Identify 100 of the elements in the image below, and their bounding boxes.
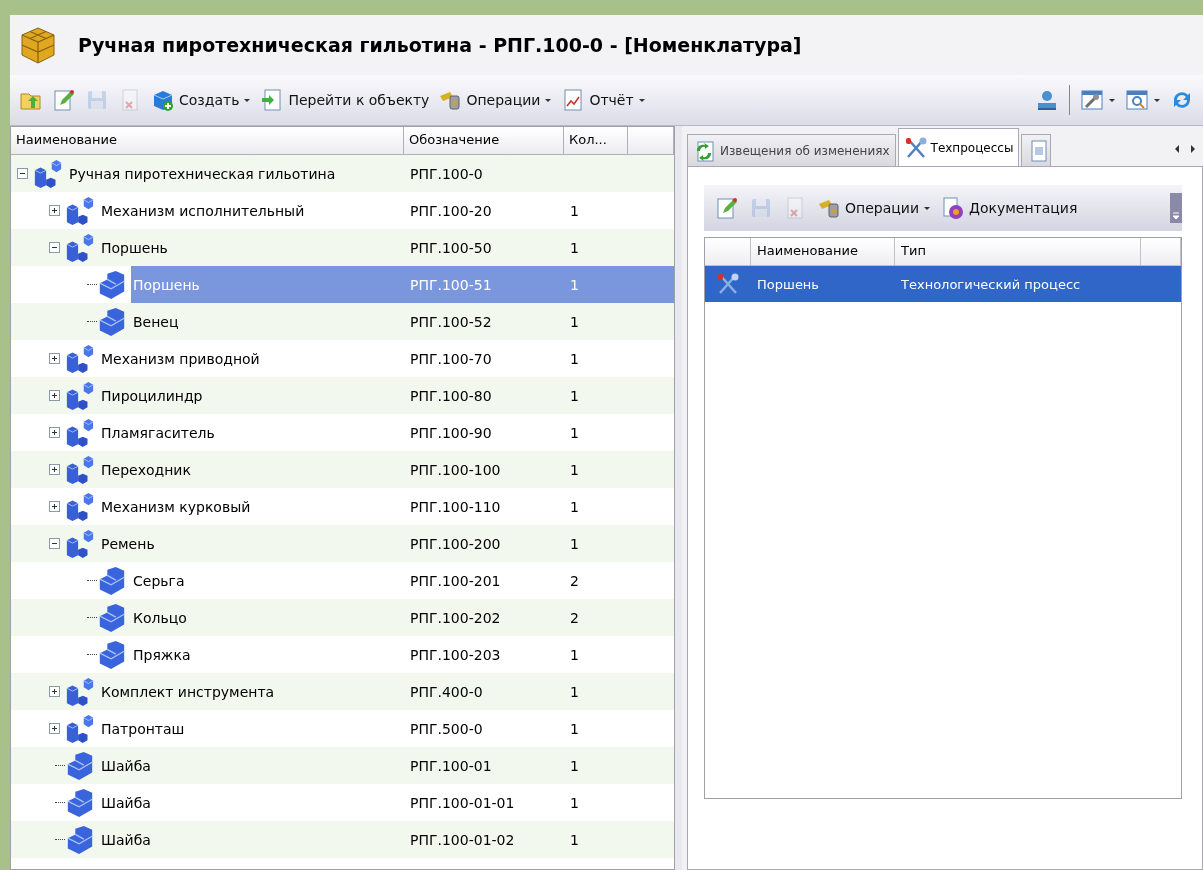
table-cell: РПГ.100-90 xyxy=(410,424,492,441)
table-cell: 1 xyxy=(570,350,579,367)
table-cell: РПГ.100-70 xyxy=(410,350,492,367)
table-cell: 1 xyxy=(570,461,579,478)
expand-icon[interactable] xyxy=(49,686,60,697)
table-cell: 1 xyxy=(570,424,579,441)
tree-row[interactable]: Поршень РПГ.100-50 1 xyxy=(11,229,674,266)
expand-icon[interactable] xyxy=(49,353,60,364)
expand-icon[interactable] xyxy=(49,427,60,438)
toolbar-button[interactable]: Перейти к объекту xyxy=(257,86,433,114)
table-cell: РПГ.100-0 xyxy=(410,165,483,182)
tree-row[interactable]: Шайба РПГ.100-01-02 1 xyxy=(11,821,674,858)
tree-item-label: Кольцо xyxy=(133,609,187,626)
collapse-icon[interactable] xyxy=(17,168,28,179)
table-cell: Поршень xyxy=(757,276,820,292)
tools-icon xyxy=(903,135,928,160)
cubes-icon xyxy=(33,158,63,189)
tree-item-label: Венец xyxy=(133,313,179,330)
tree-item-label: Поршень xyxy=(101,239,168,256)
tree-row[interactable]: Ручная пиротехническая гильотина РПГ.100-0 xyxy=(11,155,674,192)
column-header[interactable]: Тип xyxy=(895,238,1141,266)
table-cell: 1 xyxy=(570,683,579,700)
collapse-icon[interactable] xyxy=(49,538,60,549)
save-icon xyxy=(749,196,773,220)
table-cell: 1 xyxy=(570,387,579,404)
edit-icon xyxy=(52,88,76,112)
tree-item-label: Пироцилиндр xyxy=(101,387,203,404)
tree-row[interactable]: Венец РПГ.100-52 1 xyxy=(11,303,674,340)
block-icon xyxy=(97,269,127,300)
user-icon xyxy=(1035,88,1059,112)
tree-item-label: Шайба xyxy=(101,794,151,811)
scroll-right-icon[interactable] xyxy=(1189,144,1197,154)
tab[interactable]: Извещения об изменениях xyxy=(687,134,896,166)
block-icon xyxy=(97,306,127,337)
table-cell: 1 xyxy=(570,757,579,774)
table-cell: РПГ.100-01-02 xyxy=(410,831,515,848)
cubes-icon xyxy=(65,380,95,411)
tree-row[interactable]: Ремень РПГ.100-200 1 xyxy=(11,525,674,562)
table-cell: РПГ.100-100 xyxy=(410,461,501,478)
toolbar-button[interactable]: Документация xyxy=(938,194,1081,222)
column-header[interactable]: Обозначение xyxy=(404,127,564,155)
toolbar-button[interactable]: Операции xyxy=(435,86,556,114)
tree-row[interactable]: Кольцо РПГ.100-202 2 xyxy=(11,599,674,636)
table-cell: РПГ.100-202 xyxy=(410,609,501,626)
table-cell: 2 xyxy=(570,572,579,589)
column-header[interactable]: Наименование xyxy=(751,238,895,266)
expand-icon[interactable] xyxy=(49,501,60,512)
table-cell: РПГ.100-20 xyxy=(410,202,492,219)
column-header[interactable]: Наименование xyxy=(11,127,404,155)
table-cell: РПГ.100-203 xyxy=(410,646,501,663)
expand-icon[interactable] xyxy=(49,390,60,401)
tree-row[interactable]: Комплект инструмента РПГ.400-0 1 xyxy=(11,673,674,710)
expand-icon[interactable] xyxy=(49,723,60,734)
table-cell: 1 xyxy=(570,646,579,663)
cube-icon xyxy=(18,25,58,65)
tree-row[interactable]: Шайба РПГ.100-01 1 xyxy=(11,747,674,784)
expand-icon[interactable] xyxy=(49,205,60,216)
column-header[interactable]: Кол... xyxy=(564,127,628,155)
table-cell: 1 xyxy=(570,202,579,219)
table-cell: РПГ.100-110 xyxy=(410,498,501,515)
edit-icon xyxy=(715,196,739,220)
cubes-icon xyxy=(65,417,95,448)
tree-row[interactable]: Пироцилиндр РПГ.100-80 1 xyxy=(11,377,674,414)
table-cell: РПГ.100-52 xyxy=(410,313,492,330)
table-cell: РПГ.100-50 xyxy=(410,239,492,256)
table-cell: 1 xyxy=(570,276,579,293)
cubes-icon xyxy=(65,528,95,559)
cubes-icon xyxy=(65,454,95,485)
scroll-left-icon[interactable] xyxy=(1173,144,1181,154)
tab[interactable]: Техпроцессы xyxy=(897,128,1020,166)
table-cell: РПГ.100-51 xyxy=(410,276,492,293)
block-icon xyxy=(65,824,95,855)
toolbar-button[interactable]: Создать xyxy=(148,86,255,114)
table-cell: 1 xyxy=(570,498,579,515)
save-icon xyxy=(85,88,109,112)
block-icon xyxy=(97,639,127,670)
tree-item-label: Переходник xyxy=(101,461,191,478)
table-cell: 1 xyxy=(570,794,579,811)
tree-item-label: Поршень xyxy=(133,276,200,293)
table-cell: 1 xyxy=(570,313,579,330)
tree-item-label: Серьга xyxy=(133,572,185,589)
window-title: Ручная пиротехническая гильотина - РПГ.100-0 - [Номенклатура] xyxy=(78,34,802,56)
table-cell: РПГ.400-0 xyxy=(410,683,483,700)
tree-item-label: Ручная пиротехническая гильотина xyxy=(69,165,336,182)
block-icon xyxy=(65,787,95,818)
wrench-window-icon xyxy=(1080,88,1104,112)
table-row[interactable]: Поршень Технологический процесс xyxy=(705,266,1181,302)
toolbar-button[interactable]: Операции xyxy=(814,194,934,222)
collapse-icon[interactable] xyxy=(49,242,60,253)
toolbar-button[interactable]: Отчёт xyxy=(558,86,649,114)
cubes-icon xyxy=(65,713,95,744)
expand-icon[interactable] xyxy=(49,464,60,475)
tree-row[interactable]: Переходник РПГ.100-100 1 xyxy=(11,451,674,488)
tree-item-label: Комплект инструмента xyxy=(101,683,275,700)
table-cell: 1 xyxy=(570,831,579,848)
cube-plus-icon xyxy=(151,88,175,112)
tree-item-label: Шайба xyxy=(101,757,151,774)
table-cell: 1 xyxy=(570,239,579,256)
document-seal-icon xyxy=(941,196,965,220)
table-cell: РПГ.100-200 xyxy=(410,535,501,552)
